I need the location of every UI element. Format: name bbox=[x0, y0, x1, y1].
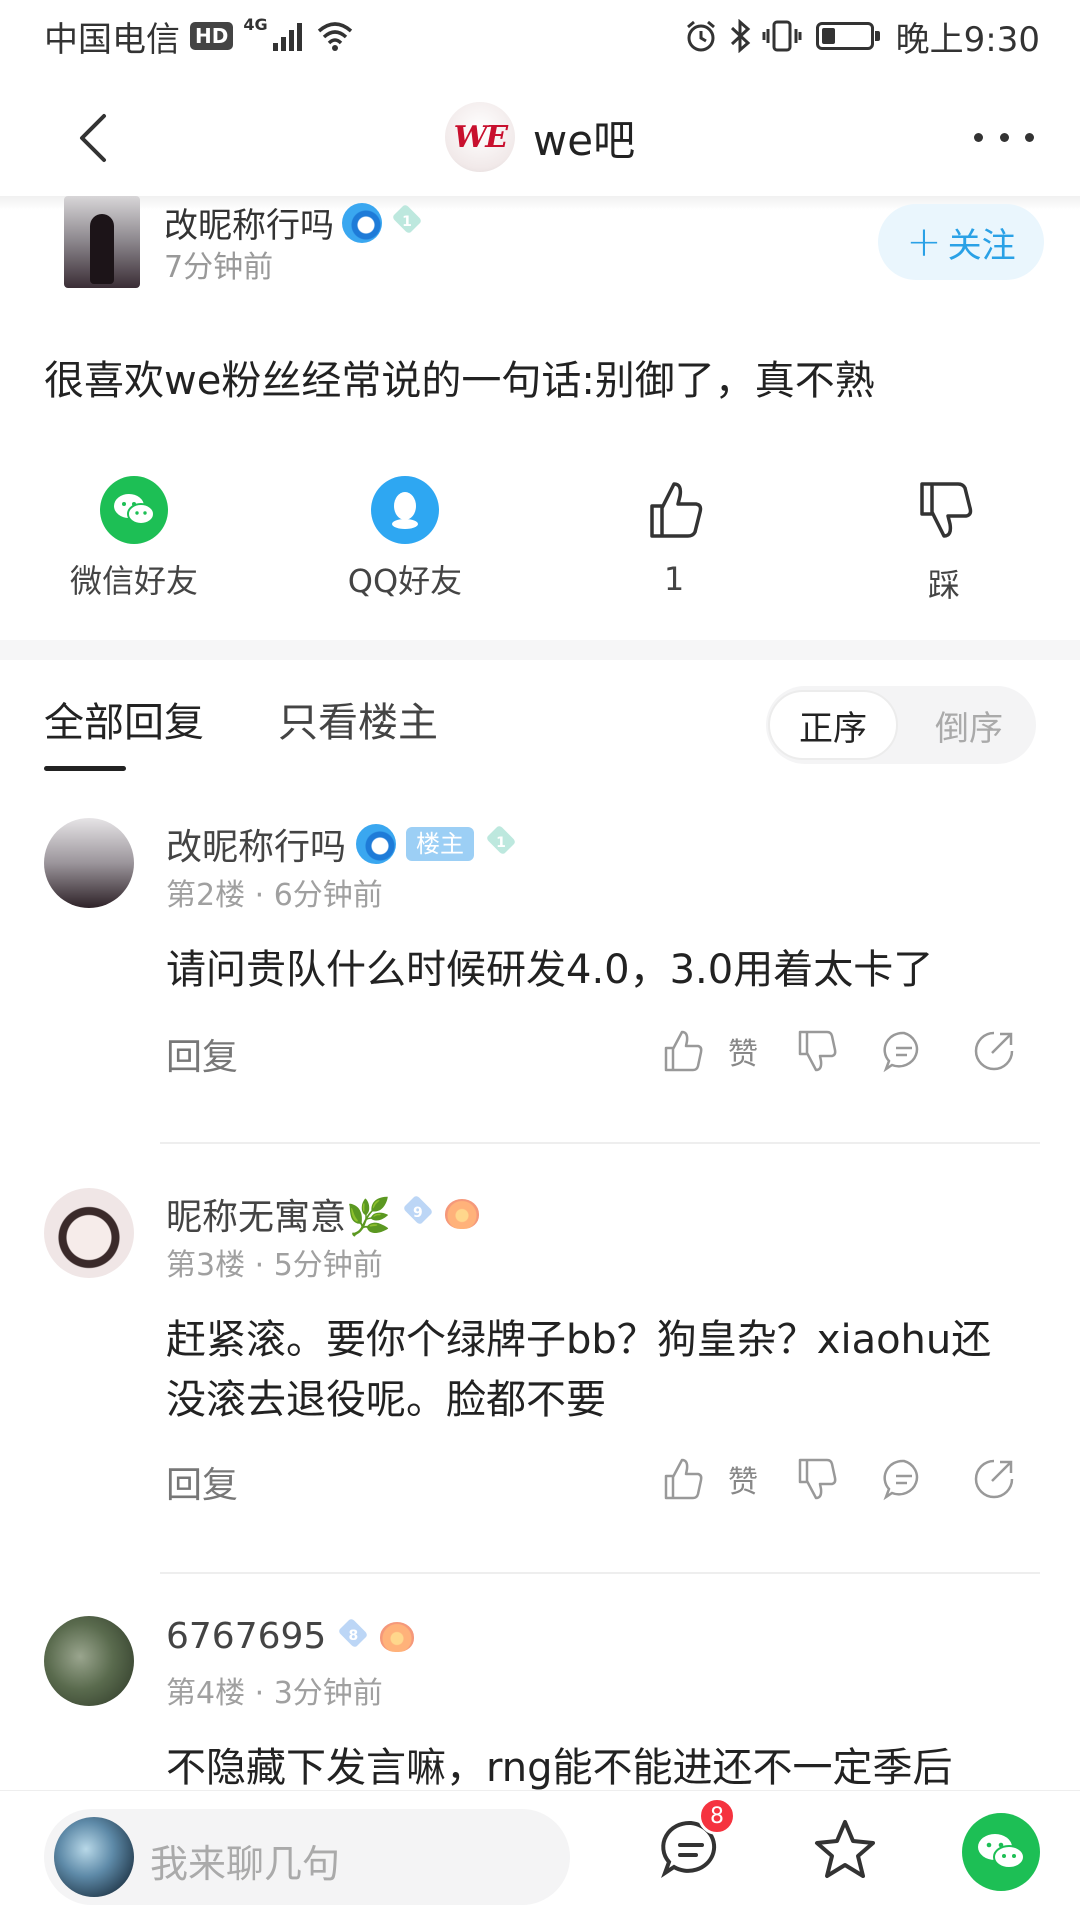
level-badge: 8 bbox=[336, 1624, 370, 1650]
divider bbox=[160, 1572, 1040, 1574]
vibrate-icon bbox=[762, 20, 802, 52]
qq-icon bbox=[371, 476, 439, 544]
comment-author[interactable]: 昵称无寓意🌿 bbox=[166, 1188, 391, 1240]
peach-icon bbox=[444, 1199, 479, 1229]
divider bbox=[160, 1142, 1040, 1144]
avatar bbox=[54, 1817, 134, 1897]
level-badge: 1 bbox=[484, 831, 518, 857]
avatar[interactable] bbox=[44, 1188, 134, 1278]
follow-button[interactable]: + 关注 bbox=[878, 204, 1044, 280]
author-name[interactable]: 改昵称行吗 bbox=[164, 198, 334, 247]
share-wechat-label: 微信好友 bbox=[69, 562, 198, 600]
status-bar: 中国电信 HD 4G 晚上9:30 bbox=[0, 0, 1080, 72]
share-qq-button[interactable]: QQ好友 bbox=[305, 470, 505, 602]
hd-badge: HD bbox=[190, 22, 234, 50]
thumbs-up-icon[interactable] bbox=[660, 1026, 706, 1076]
share-qq-label: QQ好友 bbox=[347, 562, 463, 600]
comment-actions: 赞 bbox=[660, 1026, 1040, 1076]
bottom-bar: 我来聊几句 8 bbox=[0, 1790, 1080, 1920]
avatar[interactable] bbox=[44, 1616, 134, 1706]
wechat-icon bbox=[978, 1834, 1025, 1869]
network-type: 4G bbox=[243, 14, 268, 34]
comment-author-row: 昵称无寓意🌿 9 bbox=[166, 1188, 479, 1240]
share-wechat-button[interactable]: 微信好友 bbox=[34, 470, 234, 602]
favorite-button[interactable] bbox=[810, 1815, 880, 1885]
section-divider bbox=[0, 640, 1080, 660]
thumbs-down-icon bbox=[920, 482, 973, 538]
sort-asc-button[interactable]: 正序 bbox=[768, 690, 898, 760]
share-icon[interactable] bbox=[972, 1454, 1016, 1504]
comment-meta: 第4楼 · 3分钟前 bbox=[166, 1676, 383, 1711]
comment-text: 赶紧滚。要你个绿牌子bb？狗皇杂？xiaohu还没滚去退役呢。脸都不要 bbox=[166, 1317, 992, 1423]
wechat-share-button[interactable] bbox=[962, 1813, 1040, 1891]
comment-actions: 赞 bbox=[660, 1454, 1040, 1504]
reply-placeholder: 我来聊几句 bbox=[150, 1842, 341, 1886]
avatar[interactable] bbox=[64, 196, 140, 288]
thumbs-down-icon[interactable] bbox=[794, 1026, 840, 1076]
nav-bar: WE we吧 bbox=[0, 72, 1080, 202]
reply-button[interactable]: 回复 bbox=[166, 1028, 238, 1080]
battery-icon bbox=[815, 22, 880, 50]
forum-logo: WE bbox=[444, 102, 515, 172]
sort-toggle: 正序 倒序 bbox=[766, 686, 1036, 764]
share-row: 微信好友 QQ好友 1 踩 bbox=[0, 470, 1080, 604]
owner-tag: 楼主 bbox=[406, 827, 475, 861]
alarm-icon bbox=[686, 20, 715, 52]
plus-icon: + bbox=[906, 217, 942, 266]
comment-icon[interactable] bbox=[882, 1026, 926, 1076]
thumbs-up-icon bbox=[650, 482, 703, 538]
author-row: 改昵称行吗 1 bbox=[164, 198, 424, 247]
more-icon[interactable] bbox=[974, 112, 1034, 162]
level-badge: 1 bbox=[390, 210, 424, 236]
level-badge: 9 bbox=[401, 1201, 435, 1227]
follow-label: 关注 bbox=[947, 225, 1016, 266]
comment-icon[interactable] bbox=[882, 1454, 926, 1504]
like-post-button[interactable]: 1 bbox=[574, 470, 774, 598]
signal-icon bbox=[272, 23, 302, 51]
message-badge: 8 bbox=[698, 1797, 736, 1835]
reply-input[interactable]: 我来聊几句 bbox=[44, 1809, 570, 1905]
post-author: 改昵称行吗 1 7分钟前 + 关注 bbox=[44, 196, 1044, 296]
star-icon bbox=[815, 1820, 875, 1878]
forum-name: we吧 bbox=[532, 115, 636, 165]
comment-text: 不隐藏下发言嘛，rng能不能进还不一定季后 bbox=[166, 1745, 953, 1791]
forum-title[interactable]: WE we吧 bbox=[444, 102, 636, 172]
share-icon[interactable] bbox=[972, 1026, 1016, 1076]
thumbs-up-icon[interactable] bbox=[660, 1454, 706, 1504]
tab-indicator bbox=[44, 766, 126, 771]
sort-desc-button[interactable]: 倒序 bbox=[904, 690, 1034, 760]
comment-text: 请问贵队什么时候研发4.0，3.0用着太卡了 bbox=[166, 947, 934, 993]
vip-icon bbox=[342, 202, 382, 243]
dislike-label: 踩 bbox=[927, 566, 960, 604]
thumbs-down-icon[interactable] bbox=[794, 1454, 840, 1504]
messages-button[interactable]: 8 bbox=[656, 1797, 736, 1885]
bluetooth-icon bbox=[730, 19, 750, 53]
dislike-post-button[interactable]: 踩 bbox=[844, 470, 1044, 606]
tab-all-replies[interactable]: 全部回复 bbox=[44, 690, 204, 748]
comment-meta: 第2楼 · 6分钟前 bbox=[166, 878, 383, 913]
vip-icon bbox=[356, 824, 397, 864]
comment-author[interactable]: 改昵称行吗 bbox=[166, 818, 346, 870]
post-content: 很喜欢we粉丝经常说的一句话:别御了，真不熟 bbox=[44, 358, 875, 404]
like-label[interactable]: 赞 bbox=[728, 1026, 758, 1076]
avatar[interactable] bbox=[44, 818, 134, 908]
back-icon[interactable] bbox=[66, 108, 126, 168]
like-count: 1 bbox=[663, 560, 685, 598]
comment-author-row: 改昵称行吗 楼主 1 bbox=[166, 818, 518, 870]
post-time: 7分钟前 bbox=[164, 250, 274, 285]
wifi-icon bbox=[317, 22, 352, 51]
clock: 晚上9:30 bbox=[895, 19, 1040, 60]
reply-button[interactable]: 回复 bbox=[166, 1456, 238, 1508]
comment-author[interactable]: 6767695 bbox=[166, 1616, 326, 1657]
peach-icon bbox=[380, 1621, 415, 1652]
tab-owner-only[interactable]: 只看楼主 bbox=[278, 690, 438, 748]
comment-meta: 第3楼 · 5分钟前 bbox=[166, 1248, 383, 1283]
comment-author-row: 6767695 8 bbox=[166, 1616, 415, 1657]
carrier-label: 中国电信 bbox=[44, 19, 180, 60]
wechat-icon bbox=[100, 476, 168, 544]
like-label[interactable]: 赞 bbox=[728, 1454, 758, 1504]
